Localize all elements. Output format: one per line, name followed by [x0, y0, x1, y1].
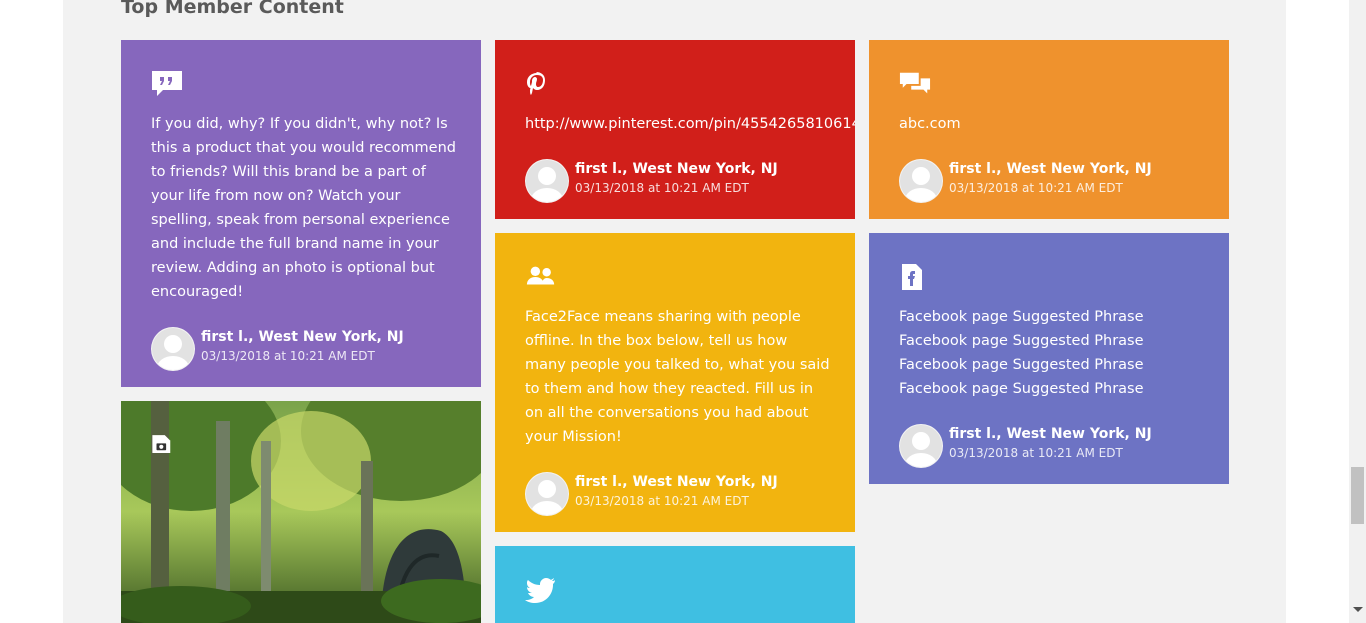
- card-author: first l., West New York, NJ 03/13/2018 a…: [525, 472, 845, 516]
- card-author: first l., West New York, NJ 03/13/2018 a…: [899, 424, 1219, 468]
- author-name: first l., West New York, NJ: [201, 329, 404, 345]
- card-text: If you did, why? If you didn't, why not?…: [151, 116, 456, 300]
- people-icon: [526, 266, 555, 285]
- suggested-phrase: Facebook page Suggested Phrase: [899, 381, 1144, 397]
- card-author: first l., West New York, NJ 03/13/2018 a…: [899, 159, 1219, 203]
- member-content-card-facebook[interactable]: Facebook page Suggested Phrase Facebook …: [869, 233, 1229, 484]
- avatar: [151, 327, 195, 371]
- author-name: first l., West New York, NJ: [949, 161, 1152, 177]
- member-content-card-pinterest[interactable]: http://www.pinterest.com/pin/45542658106…: [495, 40, 855, 219]
- post-date: 03/13/2018 at 10:21 AM EDT: [575, 494, 749, 508]
- chat-bubbles-icon: [899, 72, 931, 94]
- avatar: [525, 159, 569, 203]
- avatar: [899, 424, 943, 468]
- post-date: 03/13/2018 at 10:21 AM EDT: [949, 181, 1123, 195]
- camera-file-icon: [152, 435, 171, 453]
- post-date: 03/13/2018 at 10:21 AM EDT: [575, 181, 749, 195]
- author-name: first l., West New York, NJ: [575, 474, 778, 490]
- post-date: 03/13/2018 at 10:21 AM EDT: [201, 349, 375, 363]
- scrollbar-thumb[interactable]: [1351, 467, 1364, 524]
- member-content-card-twitter[interactable]: [495, 546, 855, 623]
- card-text: Face2Face means sharing with people offl…: [525, 309, 830, 445]
- member-content-card-quote[interactable]: If you did, why? If you didn't, why not?…: [121, 40, 481, 387]
- card-text: Facebook page Suggested Phrase Facebook …: [899, 305, 1204, 401]
- card-author: first l., West New York, NJ 03/13/2018 a…: [525, 159, 845, 203]
- card-text: http://www.pinterest.com/pin/45542658106…: [525, 116, 855, 132]
- quote-icon: [152, 71, 182, 96]
- avatar: [525, 472, 569, 516]
- forest-photo: [121, 401, 481, 623]
- author-name: first l., West New York, NJ: [949, 426, 1152, 442]
- author-name: first l., West New York, NJ: [575, 161, 778, 177]
- member-content-card-face2face[interactable]: Face2Face means sharing with people offl…: [495, 233, 855, 532]
- scroll-down-arrow[interactable]: [1353, 607, 1363, 612]
- suggested-phrase: Facebook page Suggested Phrase: [899, 309, 1144, 325]
- member-content-card-comment[interactable]: abc.com first l., West New York, NJ 03/1…: [869, 40, 1229, 219]
- member-content-card-photo[interactable]: [121, 401, 481, 623]
- suggested-phrase: Facebook page Suggested Phrase: [899, 357, 1144, 373]
- twitter-icon: [525, 578, 555, 603]
- pinterest-icon: [527, 72, 545, 95]
- post-date: 03/13/2018 at 10:21 AM EDT: [949, 446, 1123, 460]
- suggested-phrase: Facebook page Suggested Phrase: [899, 333, 1144, 349]
- card-text: abc.com: [899, 116, 961, 132]
- page-scrollbar[interactable]: [1349, 0, 1366, 623]
- facebook-icon: [902, 264, 922, 290]
- section-title: Top Member Content: [121, 0, 344, 18]
- avatar: [899, 159, 943, 203]
- card-author: first l., West New York, NJ 03/13/2018 a…: [151, 327, 471, 371]
